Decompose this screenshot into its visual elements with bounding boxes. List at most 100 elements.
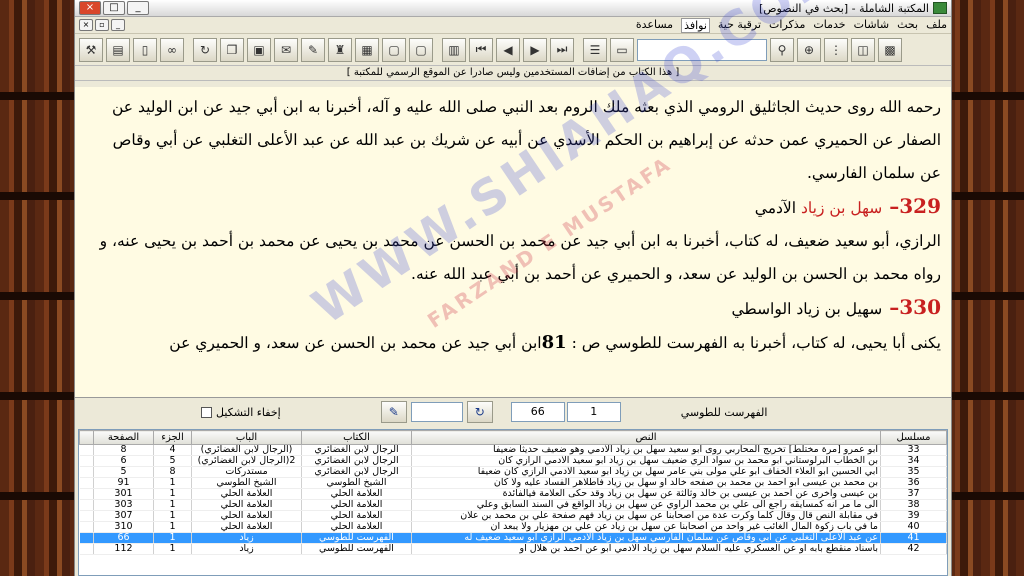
grid-icon[interactable]: ▦ [355,37,379,62]
cell-page: 91 [93,477,154,489]
cell-serial: 37 [880,488,947,500]
cell-serial: 38 [880,499,947,511]
books-icon[interactable]: ▩ [878,37,902,62]
table-row[interactable]: 307 1 العلامة الحلي العلامة الحلي في مقابلة … [79,510,947,522]
cell-serial: 33 [880,444,947,456]
blank-icon[interactable]: ▢ [409,37,433,62]
menu-item[interactable]: مذكرات [769,18,805,33]
page-number-input[interactable]: 66 [510,402,565,422]
cell-part: 1 [153,510,192,522]
cell-page: 310 [93,521,154,533]
header-chapter[interactable]: الباب [191,430,302,445]
note-icon[interactable]: ✉ [274,37,298,62]
table-row[interactable]: 301 1 العلامة الحلي العلامة الحلي بن عيسى وأ… [79,488,947,500]
stamp-icon[interactable]: ♜ [328,37,352,62]
page-icon[interactable]: ▯ [133,37,157,62]
refresh-icon[interactable]: ↻ [193,37,217,62]
header-book[interactable]: الكتاب [301,430,412,445]
folder-icon[interactable]: ▭ [610,37,634,62]
hammer-icon[interactable]: ⚒ [79,37,103,62]
table-header-row: الصفحة الجزء الباب الكتاب النص مسلسل [79,430,947,445]
cell-text: بن عيسى وأخرى عن أحمد بن عيسى بن خالد وث… [411,488,881,500]
table-row[interactable]: 303 1 العلامة الحلي العلامة الحلي الى ما مر … [79,499,947,511]
cell-text: باسناد منقطع بابه أو عن العسكري عليه الس… [411,543,881,555]
clipboard-icon[interactable]: ▣ [247,37,271,62]
book-text-pane[interactable]: رحمه الله روى حديث الجاثليق الرومي الذي … [75,87,951,398]
tree-icon[interactable]: ⋮ [824,37,848,62]
cell-chapter: (الرجال لابن الغضائري)2 [191,455,302,467]
library-icon[interactable]: ☰ [583,37,607,62]
cell-text: في مقابلة النص قال وقال كلما وكرت عدة من… [411,510,881,522]
menu-item[interactable]: شاشات [854,18,890,33]
book-icon[interactable]: ▥ [442,37,466,62]
cell-chapter: العلامة الحلي [191,499,302,511]
prev-icon[interactable]: ◀ [496,37,520,62]
search-field[interactable] [410,402,463,422]
cell-page: 112 [93,543,154,555]
cell-chapter: العلامة الحلي [191,510,302,522]
zoom-icon[interactable]: ⊕ [797,37,821,62]
minimize-button[interactable]: _ [127,1,149,15]
background-bookshelf-right [946,0,1024,576]
cell-book: الفهرست للطوسي [301,532,412,544]
cell-page: 301 [93,488,154,500]
maximize-button[interactable]: □ [103,1,125,15]
menu-item[interactable]: نوافذ [681,17,710,33]
menu-item[interactable]: ملف [926,18,947,33]
mdi-minimize-button[interactable]: _ [111,19,125,31]
go-refresh-icon[interactable]: ↻ [466,401,493,423]
copy-icon[interactable]: ❐ [220,37,244,62]
binoculars-icon[interactable]: ∞ [160,37,184,62]
menu-item[interactable]: ترقية حية [718,18,761,33]
entry-number: 329 [899,194,941,218]
open-book-icon[interactable]: ◫ [851,37,875,62]
cell-part: 1 [153,532,192,544]
search-results-grid[interactable]: الصفحة الجزء الباب الكتاب النص مسلسل 8 4(… [78,429,948,576]
table-row[interactable]: 310 1 العلامة الحلي العلامة الحلي ما في باب … [79,521,947,533]
next-icon[interactable]: ▶ [523,37,547,62]
table-row[interactable]: 6 5 (الرجال لابن الغضائري)2 الرجال لابن الغ… [79,455,947,467]
toolbar-search-input[interactable] [637,38,767,61]
entry-name: سهيل بن زياد الواسطي [731,300,883,318]
menu-item[interactable]: خدمات [813,18,845,33]
cell-page: 307 [93,510,154,522]
header-text[interactable]: النص [411,430,881,445]
header-serial[interactable]: مسلسل [880,430,947,445]
table-row[interactable]: 8 4 (الرجال لابن الغضائري) الرجال لابن الغض… [79,444,947,456]
cell-serial: 39 [880,510,947,522]
text-paragraph: رحمه الله روى حديث الجاثليق الرومي الذي … [112,98,941,182]
table-row[interactable]: 91 1 الشيخ الطوسي الشيخ الطوسي بن محمد بن عي… [79,477,947,489]
table-row[interactable]: 112 1 زياد الفهرست للطوسي باسناد منقطع بابه … [79,543,947,555]
table-row[interactable]: 5 8 مستدركات الرجال لابن الغضائري أبي الحسين… [79,466,947,478]
read-aloud-icon[interactable]: ✎ [380,401,407,423]
menu-item[interactable]: بحث [897,18,918,33]
cell-chapter: العلامة الحلي [191,521,302,533]
header-page[interactable]: الصفحة [93,430,154,445]
hide-diacritics-checkbox[interactable] [201,406,212,418]
menu-item[interactable]: مساعدة [636,18,673,33]
book-settings-icon[interactable]: ▤ [106,37,130,62]
header-part[interactable]: الجزء [153,430,192,445]
cell-serial: 36 [880,477,947,489]
text-paragraph: الرازي، أبو سعيد ضعيف، له كتاب، أخبرنا ب… [99,232,941,283]
search-icon[interactable]: ⚲ [770,37,794,62]
cell-part: 4 [153,444,192,456]
part-number-input[interactable]: 1 [566,402,621,422]
row-check [79,477,94,489]
mdi-close-button[interactable]: × [79,19,93,31]
cell-part: 1 [153,499,192,511]
cell-part: 1 [153,543,192,555]
close-button[interactable]: × [79,1,101,15]
first-icon[interactable]: ⏮ [469,37,493,62]
background-bookshelf-left [0,0,74,576]
table-row[interactable]: 66 1 زياد الفهرست للطوسي عن عبد الأعلى التغل… [79,532,947,544]
cell-page: 303 [93,499,154,511]
last-icon[interactable]: ⏭ [550,37,574,62]
row-check [79,543,94,555]
cell-serial: 34 [880,455,947,467]
cell-book: العلامة الحلي [301,499,412,511]
blank-icon[interactable]: ▢ [382,37,406,62]
cell-part: 8 [153,466,192,478]
mdi-restore-button[interactable]: ▫ [95,19,109,31]
pen-icon[interactable]: ✎ [301,37,325,62]
